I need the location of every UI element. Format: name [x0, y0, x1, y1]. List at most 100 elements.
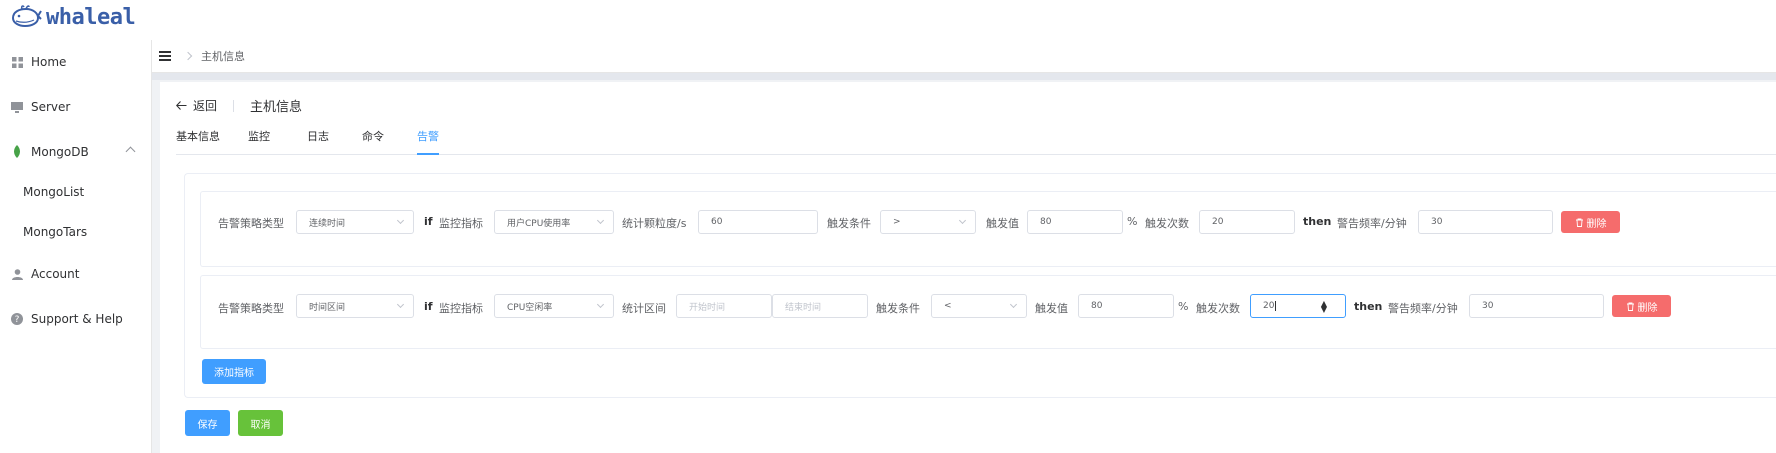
count-input[interactable]: 20 ▲ ▼: [1250, 294, 1346, 318]
tab-logs[interactable]: 日志: [307, 128, 329, 155]
end-time-input[interactable]: 结束时间: [772, 294, 868, 318]
tab-alerts[interactable]: 告警: [417, 128, 439, 155]
whale-logo-icon: [11, 5, 42, 28]
percent-unit: %: [1127, 215, 1138, 228]
start-time-input[interactable]: 开始时间: [676, 294, 772, 318]
back-label: 返回: [193, 99, 218, 113]
add-metric-button[interactable]: 添加指标: [202, 359, 266, 384]
policy-type-label: 告警策略类型: [218, 302, 284, 315]
delete-label: 删除: [1586, 218, 1607, 230]
frequency-label: 警告频率/分钟: [1337, 217, 1407, 230]
sidebar-item-mongotars[interactable]: MongoTars: [0, 214, 152, 250]
arrow-left-icon: [176, 101, 187, 110]
page-title: 主机信息: [250, 100, 303, 115]
sidebar-item-label: MongoList: [23, 185, 85, 199]
chevron-down-icon: [396, 300, 405, 309]
policy-type-label: 告警策略类型: [218, 217, 284, 230]
policy-type-select[interactable]: 时间区间: [296, 294, 414, 318]
sidebar-item-server[interactable]: Server: [0, 89, 152, 125]
policy-type-select[interactable]: 连续时间: [296, 210, 414, 234]
divider: [152, 73, 1776, 80]
count-label: 触发次数: [1196, 302, 1240, 315]
monitor-icon: [10, 100, 24, 114]
select-value: 用户CPU使用率: [507, 218, 571, 229]
logo-text: whaleal: [46, 4, 136, 30]
range-label: 统计区间: [622, 302, 666, 315]
select-value: >: [893, 217, 901, 227]
app-root: whaleal Home Server MongoDB MongoList Mo…: [0, 0, 1776, 453]
condition-select[interactable]: >: [880, 210, 976, 234]
then-keyword: then: [1303, 215, 1332, 228]
then-keyword: then: [1354, 300, 1383, 313]
sidebar-item-label: MongoDB: [31, 145, 89, 159]
header-divider: [233, 99, 235, 112]
chevron-down-icon: [958, 216, 967, 225]
trash-icon: [1626, 302, 1634, 311]
if-keyword: if: [424, 215, 433, 228]
sidebar: Home Server MongoDB MongoList MongoTars …: [0, 40, 152, 453]
select-value: CPU空闲率: [507, 302, 553, 313]
if-keyword: if: [424, 300, 433, 313]
leaf-icon: [10, 145, 24, 159]
logo[interactable]: whaleal: [10, 0, 136, 34]
count-input[interactable]: 20: [1199, 210, 1295, 234]
sidebar-item-label: Home: [31, 55, 67, 69]
top-bar: 主机信息: [152, 40, 1776, 73]
page-header: 返回 主机信息: [176, 96, 302, 115]
threshold-label: 触发值: [986, 217, 1019, 230]
metric-select[interactable]: 用户CPU使用率: [494, 210, 614, 234]
sidebar-item-home[interactable]: Home: [0, 44, 152, 80]
delete-label: 删除: [1637, 302, 1658, 314]
chevron-down-icon: [396, 216, 405, 225]
chevron-right-icon: [183, 51, 193, 61]
sidebar-item-account[interactable]: Account: [0, 256, 152, 292]
condition-label: 触发条件: [876, 302, 920, 315]
chevron-down-icon: [596, 300, 605, 309]
select-value: 连续时间: [309, 218, 346, 229]
text-cursor: [1275, 301, 1277, 311]
threshold-label: 触发值: [1035, 302, 1068, 315]
frequency-label: 警告频率/分钟: [1388, 302, 1458, 315]
condition-select[interactable]: <: [931, 294, 1027, 318]
trash-icon: [1575, 218, 1583, 227]
percent-unit: %: [1178, 300, 1189, 313]
granularity-label: 统计颗粒度/s: [622, 217, 687, 230]
chevron-down-icon: [596, 216, 605, 225]
delete-rule-button[interactable]: 删除: [1561, 211, 1620, 233]
chevron-up-icon: [125, 146, 136, 157]
select-value: 时间区间: [309, 302, 346, 313]
frequency-input[interactable]: 30: [1418, 210, 1553, 234]
frequency-input[interactable]: 30: [1469, 294, 1604, 318]
granularity-input[interactable]: 60: [698, 210, 818, 234]
threshold-input[interactable]: 80: [1078, 294, 1174, 318]
chevron-down-icon: [1009, 300, 1018, 309]
menu-toggle-icon[interactable]: [159, 51, 171, 61]
sidebar-item-label: Server: [31, 100, 71, 114]
sidebar-item-label: Account: [31, 267, 80, 281]
sidebar-item-label: MongoTars: [23, 225, 88, 239]
sidebar-item-mongolist[interactable]: MongoList: [0, 174, 152, 210]
metric-label: 监控指标: [439, 302, 483, 315]
tabs: 基本信息 监控 日志 命令 告警: [176, 128, 1776, 155]
select-value: <: [944, 301, 952, 311]
tab-commands[interactable]: 命令: [362, 128, 384, 155]
input-value: 20: [1263, 301, 1275, 311]
condition-label: 触发条件: [827, 217, 871, 230]
cancel-button[interactable]: 取消: [238, 410, 283, 436]
tab-monitor[interactable]: 监控: [248, 128, 270, 155]
back-button[interactable]: 返回: [176, 97, 217, 114]
breadcrumb: 主机信息: [201, 50, 245, 63]
stepper-icon[interactable]: ▲ ▼: [1321, 300, 1327, 314]
metric-label: 监控指标: [439, 217, 483, 230]
svg-text:?: ?: [15, 315, 20, 325]
save-button[interactable]: 保存: [185, 410, 230, 436]
user-icon: [10, 267, 24, 281]
tab-basic-info[interactable]: 基本信息: [176, 128, 220, 155]
sidebar-item-label: Support & Help: [31, 312, 123, 326]
sidebar-item-support[interactable]: ? Support & Help: [0, 301, 152, 337]
sidebar-item-mongodb[interactable]: MongoDB: [0, 134, 152, 170]
grid-icon: [10, 55, 24, 69]
metric-select[interactable]: CPU空闲率: [494, 294, 614, 318]
delete-rule-button[interactable]: 删除: [1612, 295, 1671, 317]
threshold-input[interactable]: 80: [1027, 210, 1123, 234]
